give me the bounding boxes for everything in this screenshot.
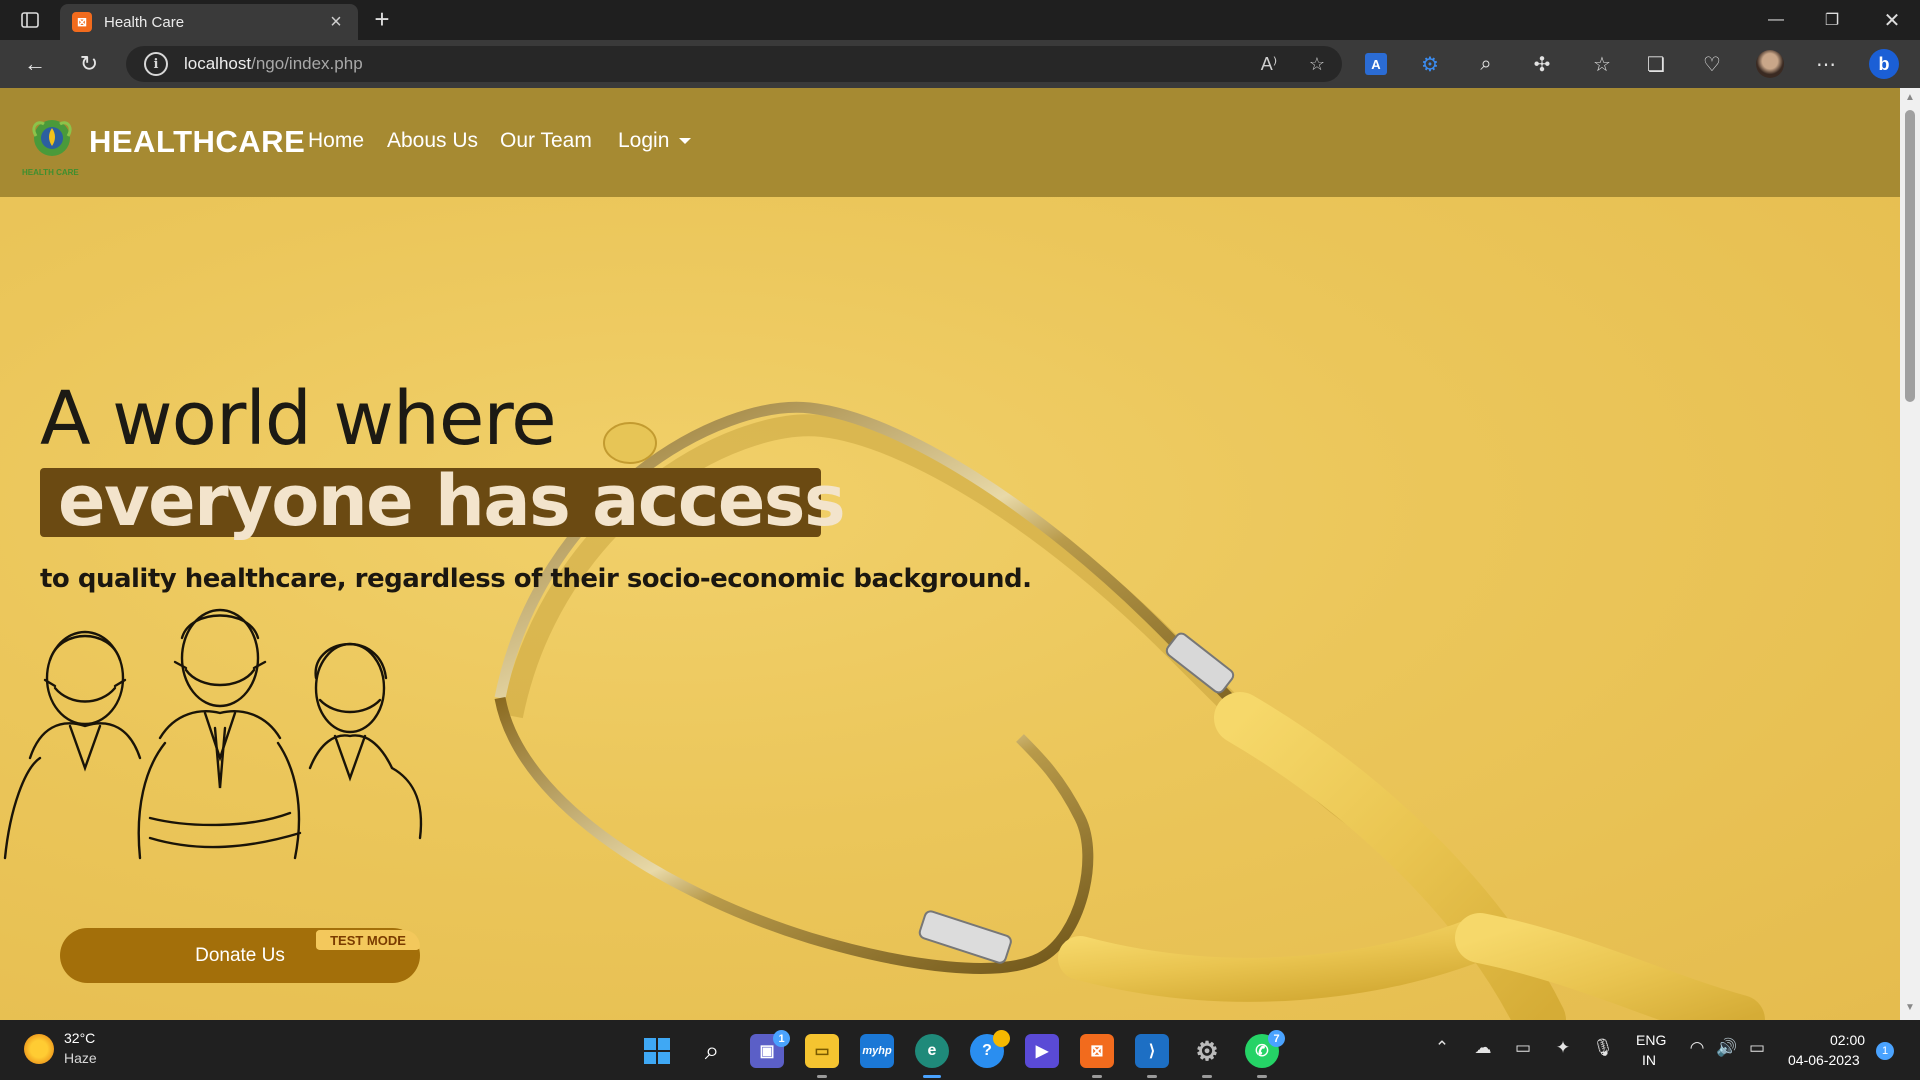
edge-icon[interactable]: e [915, 1034, 949, 1078]
browser-tab-health-care[interactable]: ⊠ Health Care × [60, 4, 358, 40]
scroll-down-icon[interactable]: ▼ [1904, 1002, 1916, 1014]
stethoscope-image [494, 401, 1765, 1020]
close-tab-icon[interactable]: × [326, 11, 346, 34]
chevron-down-icon [679, 138, 692, 145]
help-badge [993, 1030, 1010, 1047]
tab-title: Health Care [104, 13, 185, 31]
more-menu-icon[interactable]: ⋯ [1808, 48, 1844, 80]
clock-time[interactable]: 02:00 [1830, 1032, 1865, 1048]
language-indicator[interactable]: ENG [1636, 1032, 1666, 1048]
dropbox-icon[interactable]: ✦ [1550, 1038, 1576, 1058]
nav-our-team[interactable]: Our Team [500, 129, 592, 153]
volume-icon[interactable]: 🔊 [1714, 1038, 1740, 1058]
web-page: HEALTH CARE HEALTHCARE Home Abous Us Our… [0, 88, 1900, 1020]
refresh-icon[interactable]: ↻ [72, 48, 106, 80]
windows-taskbar: 32°C Haze ⌕ ▣ 1 ▭ myhp e ? ▶ ⊠ ⟩ ⚙ ✆ 7 ⌃… [0, 1020, 1920, 1080]
language-region[interactable]: IN [1642, 1052, 1656, 1068]
site-info-icon[interactable]: i [144, 52, 168, 76]
close-window-icon[interactable]: ✕ [1864, 0, 1920, 40]
minimize-icon[interactable]: — [1748, 0, 1804, 40]
favorites-icon[interactable]: ☆ [1584, 48, 1620, 80]
running-indicator [1202, 1075, 1212, 1078]
browser-toolbar: ← ↻ i localhost/ngo/index.php A⁾ ☆ A ⚙ ⌕… [0, 40, 1920, 88]
microphone-icon[interactable]: 🎙 [1590, 1038, 1616, 1058]
url-text[interactable]: localhost/ngo/index.php [184, 54, 363, 74]
xampp-icon: ⊠ [72, 12, 92, 32]
running-indicator [1147, 1075, 1157, 1078]
site-navbar: HEALTH CARE HEALTHCARE Home Abous Us Our… [0, 88, 1900, 197]
weather-condition[interactable]: Haze [64, 1050, 97, 1066]
back-icon[interactable]: ← [18, 48, 52, 80]
address-bar[interactable]: i localhost/ngo/index.php A⁾ ☆ [126, 46, 1342, 82]
browser-tab-bar: ⊠ Health Care × + — ❐ ✕ [0, 0, 1920, 40]
nav-home[interactable]: Home [308, 129, 364, 153]
add-favorite-icon[interactable]: ☆ [1302, 50, 1332, 78]
hero-line-1: A world where [40, 376, 557, 462]
logo-caption: HEALTH CARE [22, 168, 79, 177]
extension-icon[interactable]: ⚙ [1412, 48, 1448, 80]
nav-login-dropdown[interactable]: Login [618, 129, 692, 153]
weather-haze-icon[interactable] [24, 1034, 54, 1064]
page-scrollbar[interactable]: ▲ ▼ [1900, 88, 1920, 1020]
bing-copilot-icon[interactable]: b [1866, 48, 1902, 80]
whatsapp-badge: 7 [1268, 1030, 1285, 1047]
nav-login-label: Login [618, 129, 670, 152]
tab-actions-icon[interactable] [16, 8, 44, 32]
teams-badge: 1 [773, 1030, 790, 1047]
avatar[interactable] [1752, 48, 1788, 80]
restore-icon[interactable]: ❐ [1804, 0, 1860, 40]
clock-date[interactable]: 04-06-2023 [1788, 1052, 1860, 1068]
hero-line-3: to quality healthcare, regardless of the… [40, 564, 1032, 594]
running-indicator [1257, 1075, 1267, 1078]
running-indicator [1092, 1075, 1102, 1078]
active-indicator [923, 1075, 941, 1078]
search-icon[interactable]: ⌕ [695, 1034, 729, 1068]
running-indicator [817, 1075, 827, 1078]
power-automate-icon[interactable]: ▶ [1025, 1034, 1059, 1068]
extensions-puzzle-icon[interactable]: ✣ [1524, 48, 1560, 80]
get-help-icon[interactable]: ? [970, 1030, 1010, 1068]
whatsapp-icon[interactable]: ✆ 7 [1245, 1030, 1285, 1078]
wifi-icon[interactable]: ◠ [1684, 1038, 1710, 1058]
chevron-up-icon[interactable]: ⌃ [1429, 1038, 1455, 1058]
weather-temperature[interactable]: 32°C [64, 1030, 95, 1046]
test-mode-badge: TEST MODE [316, 930, 420, 950]
new-tab-icon[interactable]: + [368, 6, 396, 34]
vscode-icon[interactable]: ⟩ [1135, 1034, 1169, 1078]
hero-line-2: everyone has access [58, 460, 846, 542]
search-page-icon[interactable]: ⌕ [1468, 48, 1504, 80]
teams-chat-icon[interactable]: ▣ 1 [750, 1030, 790, 1068]
collections-icon[interactable]: ❏ [1638, 48, 1674, 80]
notification-badge[interactable]: 1 [1876, 1042, 1894, 1060]
scroll-thumb[interactable] [1905, 110, 1915, 402]
read-aloud-icon[interactable]: A⁾ [1254, 50, 1284, 78]
battery-icon[interactable]: ▭ [1744, 1038, 1770, 1058]
translate-icon[interactable]: A [1358, 48, 1394, 80]
brand-name[interactable]: HEALTHCARE [89, 124, 305, 160]
nav-about-us[interactable]: Abous Us [387, 129, 478, 153]
file-explorer-icon[interactable]: ▭ [805, 1034, 839, 1078]
scroll-up-icon[interactable]: ▲ [1904, 92, 1916, 104]
start-icon[interactable] [640, 1034, 674, 1068]
cast-icon[interactable]: ▭ [1510, 1038, 1536, 1058]
settings-gear-icon[interactable]: ⚙ [1190, 1034, 1224, 1078]
healthcare-logo-icon[interactable] [24, 116, 80, 168]
myhp-icon[interactable]: myhp [860, 1034, 894, 1068]
onedrive-offline-icon[interactable]: ☁ [1470, 1038, 1496, 1058]
browser-essentials-icon[interactable]: ♡ [1694, 48, 1730, 80]
xampp-icon[interactable]: ⊠ [1080, 1034, 1114, 1078]
doctors-illustration [3, 608, 423, 860]
